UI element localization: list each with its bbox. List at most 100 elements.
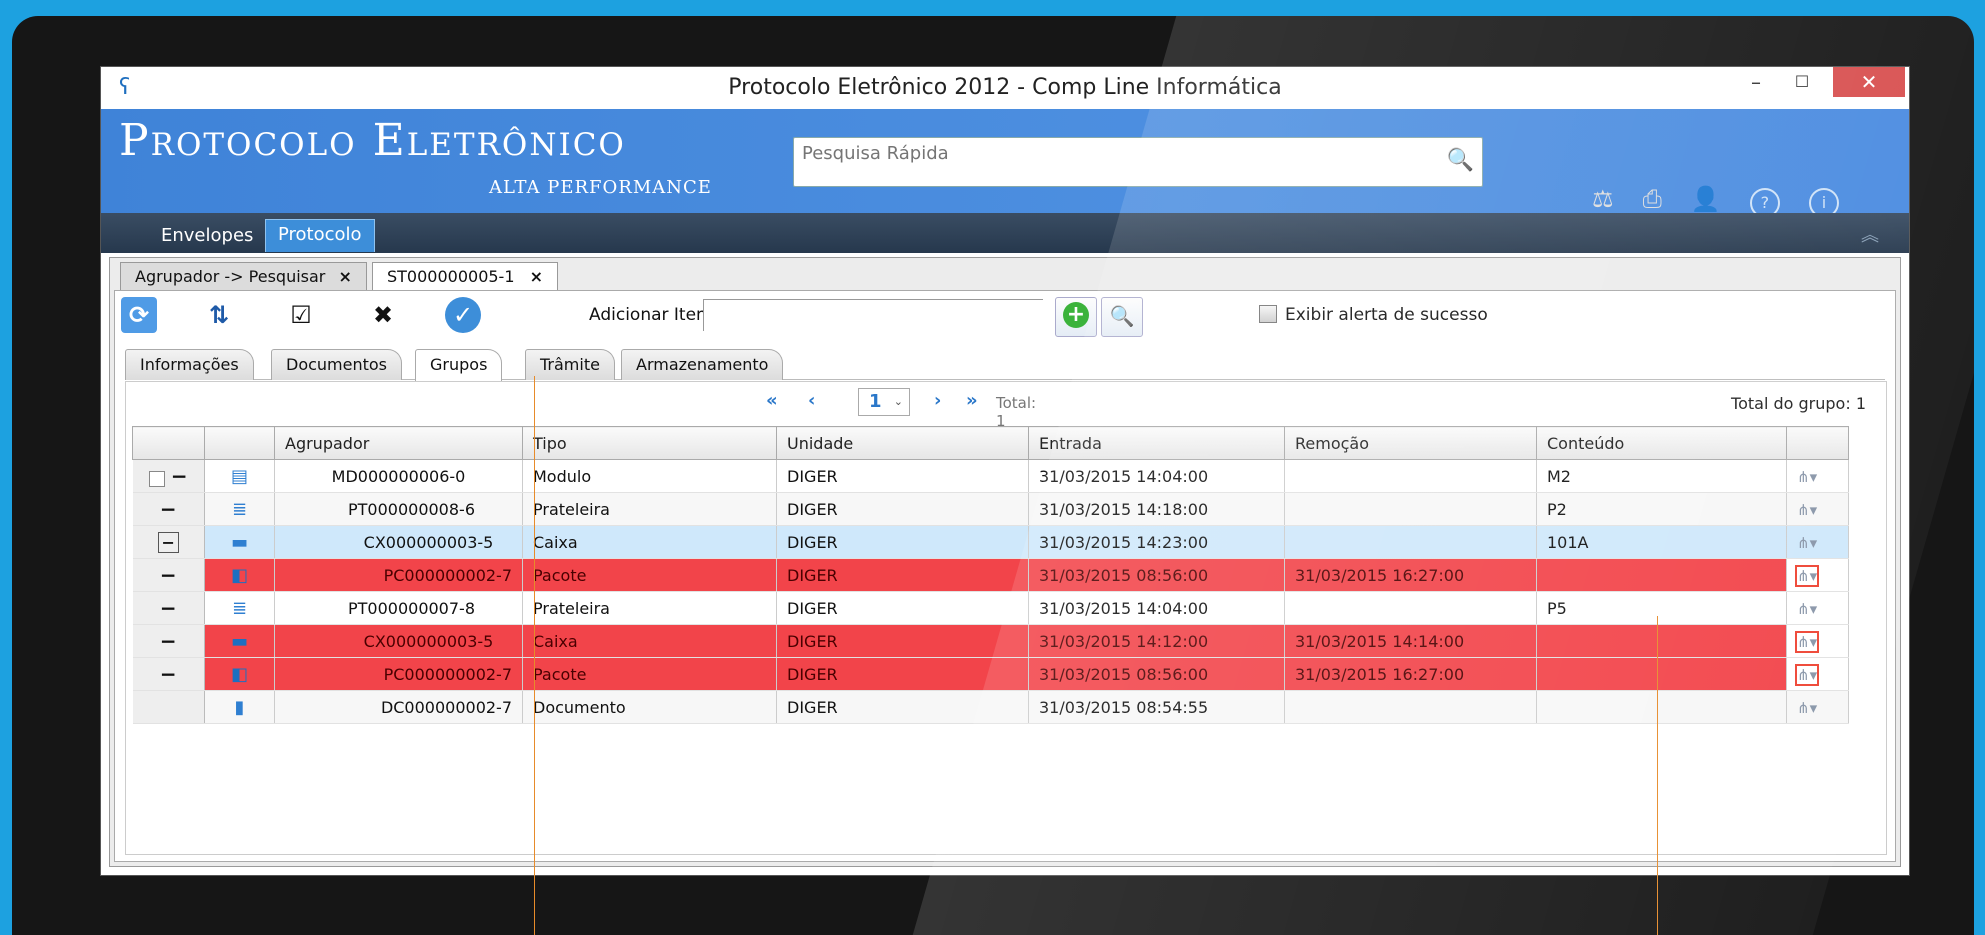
column-conteudo[interactable]: Conteúdo — [1536, 426, 1787, 460]
doc-tab-agrupador[interactable]: Agrupador -> Pesquisar × — [120, 262, 367, 291]
title-bar: ʕ Protocolo Eletrônico 2012 - Comp Line … — [101, 67, 1909, 109]
row-toggle[interactable]: − — [132, 558, 205, 592]
success-alert-checkbox[interactable] — [1259, 305, 1277, 323]
column-unidade[interactable]: Unidade — [776, 426, 1029, 460]
row-actions[interactable]: ⋔▾ — [1786, 624, 1849, 658]
device-frame: ʕ Protocolo Eletrônico 2012 - Comp Line … — [12, 16, 1974, 935]
row-toggle[interactable]: − — [132, 492, 205, 526]
column-remocao[interactable]: Remoção — [1284, 426, 1537, 460]
collapse-minus-icon[interactable]: − — [160, 662, 177, 686]
row-checkbox[interactable] — [148, 470, 165, 487]
table-row[interactable]: − ◧ PC000000002-7 Pacote DIGER 31/03/201… — [132, 558, 1849, 592]
menu-protocolo[interactable]: Protocolo — [265, 219, 375, 252]
close-tab-icon[interactable]: × — [338, 267, 351, 286]
plus-icon: + — [1063, 302, 1089, 328]
row-actions[interactable]: ⋔▾ — [1786, 558, 1849, 592]
table-row[interactable]: − ≣ PT000000007-8 Prateleira DIGER 31/03… — [132, 591, 1849, 625]
refresh-icon[interactable]: ⟳ — [121, 297, 157, 333]
collapse-minus-icon[interactable]: − — [160, 596, 177, 620]
cell-conteudo: M2 — [1536, 459, 1787, 493]
column-agrupador[interactable]: Agrupador — [274, 426, 523, 460]
cell-entrada: 31/03/2015 08:56:00 — [1028, 558, 1285, 592]
row-actions[interactable]: ⋔▾ — [1786, 459, 1849, 493]
check-icon[interactable]: ☑ — [283, 297, 319, 333]
row-toggle[interactable]: − — [132, 657, 205, 691]
collapse-minus-icon[interactable]: − — [160, 563, 177, 587]
tree-menu-icon[interactable]: ⋔▾ — [1794, 663, 1820, 686]
tree-menu-icon[interactable]: ⋔▾ — [1797, 600, 1817, 618]
select-all-header[interactable] — [132, 426, 205, 460]
page-select[interactable]: 1 ⌄ — [858, 388, 910, 416]
collapse-icon[interactable]: ︽ — [1861, 221, 1879, 247]
cell-remocao — [1284, 492, 1537, 526]
cell-entrada: 31/03/2015 08:54:55 — [1028, 690, 1285, 724]
tab-tramite[interactable]: Trâmite — [525, 349, 615, 380]
group-total: Total do grupo: 1 — [1731, 394, 1866, 413]
row-actions[interactable]: ⋔▾ — [1786, 525, 1849, 559]
cell-remocao — [1284, 459, 1537, 493]
tab-informacoes[interactable]: Informações — [125, 349, 254, 380]
next-page-button[interactable]: › — [934, 390, 941, 411]
tree-menu-icon[interactable]: ⋔▾ — [1797, 699, 1817, 717]
row-actions[interactable]: ⋔▾ — [1786, 690, 1849, 724]
row-toggle[interactable]: − — [132, 624, 205, 658]
tab-documentos[interactable]: Documentos — [271, 349, 403, 380]
tree-menu-icon[interactable]: ⋔▾ — [1794, 630, 1820, 653]
cell-agrupador: MD000000006-0 — [274, 459, 523, 493]
search-icon[interactable]: 🔍 — [1447, 148, 1474, 173]
table-row[interactable]: − ≣ PT000000008-6 Prateleira DIGER 31/03… — [132, 492, 1849, 526]
table-row[interactable]: − ◧ PC000000002-7 Pacote DIGER 31/03/201… — [132, 657, 1849, 691]
sort-icon[interactable]: ⇅ — [201, 297, 237, 333]
cell-remocao — [1284, 525, 1537, 559]
prev-page-button[interactable]: ‹ — [808, 390, 815, 411]
tree-menu-icon[interactable]: ⋔▾ — [1797, 468, 1817, 486]
row-actions[interactable]: ⋔▾ — [1786, 591, 1849, 625]
table-row[interactable]: − ▬ CX000000003-5 Caixa DIGER 31/03/2015… — [132, 525, 1849, 559]
add-button[interactable]: + — [1055, 297, 1097, 337]
row-toggle[interactable]: − — [132, 591, 205, 625]
column-tipo[interactable]: Tipo — [522, 426, 777, 460]
collapse-minus-icon[interactable]: − — [160, 497, 177, 521]
row-actions[interactable]: ⋔▾ — [1786, 492, 1849, 526]
main-menu: Envelopes Protocolo ︽ — [101, 213, 1909, 253]
close-tab-icon[interactable]: × — [530, 267, 543, 286]
close-button[interactable]: ✕ — [1833, 67, 1905, 97]
cell-unidade: DIGER — [776, 624, 1029, 658]
row-actions[interactable]: ⋔▾ — [1786, 657, 1849, 691]
cell-conteudo — [1536, 558, 1787, 592]
tree-menu-icon[interactable]: ⋔▾ — [1794, 564, 1820, 587]
cell-agrupador: PC000000002-7 — [274, 558, 523, 592]
last-page-button[interactable]: » — [966, 390, 978, 411]
user-icon[interactable]: 👤 — [1691, 185, 1721, 213]
collapse-minus-icon[interactable]: − — [160, 629, 177, 653]
box-icon: ▬ — [204, 525, 275, 559]
app-window: ʕ Protocolo Eletrônico 2012 - Comp Line … — [100, 66, 1910, 876]
maximize-button[interactable]: ☐ — [1779, 67, 1825, 97]
tree-menu-icon[interactable]: ⋔▾ — [1797, 534, 1817, 552]
doc-tab-st000000005[interactable]: ST000000005-1 × — [372, 262, 558, 291]
cell-agrupador: PC000000002-7 — [274, 657, 523, 691]
minimize-button[interactable]: – — [1733, 67, 1779, 97]
tree-menu-icon[interactable]: ⋔▾ — [1797, 501, 1817, 519]
scale-icon[interactable]: ⚖ — [1592, 185, 1614, 213]
cell-agrupador: PT000000007-8 — [274, 591, 523, 625]
tab-grupos[interactable]: Grupos — [415, 349, 503, 381]
table-row[interactable]: − ▤ MD000000006-0 Modulo DIGER 31/03/201… — [132, 459, 1849, 493]
column-entrada[interactable]: Entrada — [1028, 426, 1285, 460]
tab-armazenamento[interactable]: Armazenamento — [621, 349, 784, 380]
collapse-minus-icon[interactable]: − — [157, 531, 179, 553]
printer-icon[interactable]: ⎙ — [1643, 185, 1662, 213]
first-page-button[interactable]: « — [766, 390, 778, 411]
find-button[interactable]: 🔍 — [1101, 297, 1143, 337]
row-toggle[interactable]: − — [132, 459, 205, 493]
table-header: Agrupador Tipo Unidade Entrada Remoção C… — [132, 426, 1849, 460]
delete-icon[interactable]: ✖ — [365, 297, 401, 333]
row-toggle[interactable]: − — [132, 525, 205, 559]
add-item-input[interactable] — [704, 300, 1046, 332]
table-row[interactable]: ▮ DC000000002-7 Documento DIGER 31/03/20… — [132, 690, 1849, 724]
table-row[interactable]: − ▬ CX000000003-5 Caixa DIGER 31/03/2015… — [132, 624, 1849, 658]
menu-envelopes[interactable]: Envelopes — [149, 221, 265, 253]
collapse-minus-icon[interactable]: − — [171, 464, 188, 488]
confirm-icon[interactable]: ✓ — [445, 297, 481, 333]
quick-search-input[interactable] — [800, 142, 1404, 164]
